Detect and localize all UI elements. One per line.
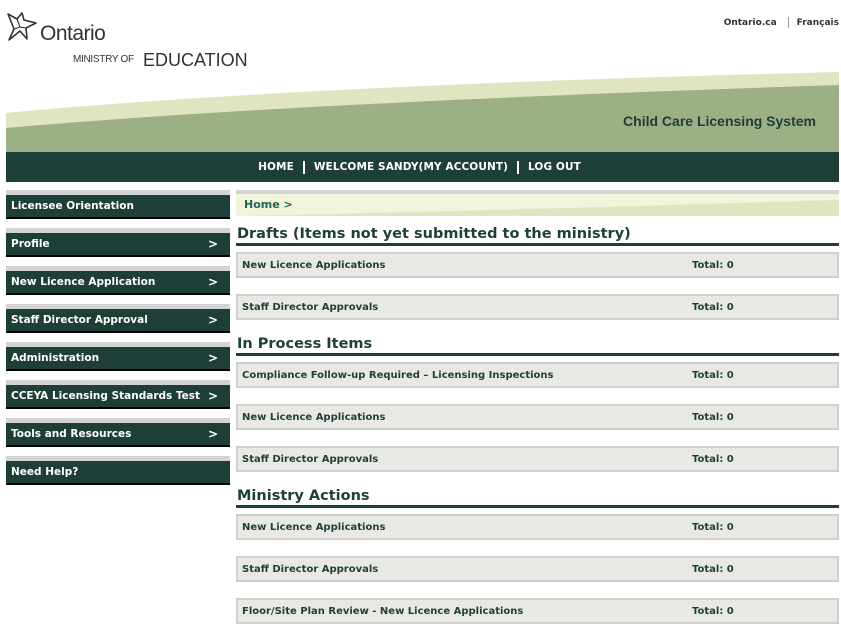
sidebar-item-label: New Licence Application [11, 276, 156, 288]
list-item[interactable]: New Licence Applications Total: 0 [236, 514, 839, 540]
sidebar-item-staff-director-approval[interactable]: Staff Director Approval > [6, 304, 230, 342]
sidebar-menu: Licensee Orientation Profile > New Licen… [6, 190, 230, 494]
sidebar-item-cceya-standards-test[interactable]: CCEYA Licensing Standards Test > [6, 380, 230, 418]
francais-link[interactable]: Français [797, 18, 839, 28]
item-label: Compliance Follow-up Required – Licensin… [242, 369, 554, 381]
sidebar-item-tools-and-resources[interactable]: Tools and Resources > [6, 418, 230, 456]
item-label: New Licence Applications [242, 259, 386, 271]
section-title: Drafts (Items not yet submitted to the m… [236, 222, 839, 246]
sidebar-item-label: CCEYA Licensing Standards Test [11, 390, 201, 402]
item-total: Total: 0 [692, 259, 734, 271]
section-drafts: Drafts (Items not yet submitted to the m… [236, 222, 839, 320]
system-title: Child Care Licensing System [623, 113, 816, 129]
item-label: Staff Director Approvals [242, 453, 379, 465]
list-item[interactable]: Staff Director Approvals Total: 0 [236, 556, 839, 582]
item-label: New Licence Applications [242, 521, 386, 533]
ontario-wordmark: Ontario [40, 22, 106, 45]
top-navigation: HOME WELCOME SANDY(MY ACCOUNT) LOG OUT [6, 152, 839, 182]
item-label: New Licence Applications [242, 411, 386, 423]
sidebar-item-need-help[interactable]: Need Help? [6, 456, 230, 494]
item-total: Total: 0 [692, 301, 734, 313]
sidebar-item-administration[interactable]: Administration > [6, 342, 230, 380]
item-total: Total: 0 [692, 605, 734, 617]
item-label: Staff Director Approvals [242, 301, 379, 313]
chevron-right-icon: > [207, 313, 219, 327]
section-title: Ministry Actions [236, 484, 839, 508]
chevron-right-icon: > [207, 237, 219, 251]
nav-divider [517, 160, 520, 174]
nav-my-account-link[interactable]: WELCOME SANDY(MY ACCOUNT) [310, 161, 512, 173]
item-total: Total: 0 [692, 453, 734, 465]
sidebar-item-label: Tools and Resources [11, 428, 132, 440]
sidebar-item-label: Administration [11, 352, 100, 364]
item-total: Total: 0 [692, 411, 734, 423]
sidebar-item-new-licence-application[interactable]: New Licence Application > [6, 266, 230, 304]
header-banner: Child Care Licensing System [6, 72, 839, 152]
list-item[interactable]: Staff Director Approvals Total: 0 [236, 294, 839, 320]
list-item[interactable]: New Licence Applications Total: 0 [236, 404, 839, 430]
item-label: Floor/Site Plan Review - New Licence App… [242, 605, 524, 617]
sidebar-item-licensee-orientation[interactable]: Licensee Orientation [6, 190, 230, 228]
trillium-icon [7, 12, 37, 41]
sidebar-item-label: Profile [11, 238, 50, 250]
sidebar-item-profile[interactable]: Profile > [6, 228, 230, 266]
breadcrumb-home-link[interactable]: Home > [244, 198, 293, 211]
ontario-logo[interactable]: Ontario MINISTRY OF EDUCATION [5, 8, 255, 74]
ministry-of-label: MINISTRY OF [73, 54, 134, 65]
chevron-right-icon: > [207, 427, 219, 441]
list-item[interactable]: Staff Director Approvals Total: 0 [236, 446, 839, 472]
list-item[interactable]: New Licence Applications Total: 0 [236, 252, 839, 278]
breadcrumb: Home > [236, 190, 839, 216]
utility-links: Ontario.ca Français [724, 17, 839, 28]
chevron-right-icon: > [207, 351, 219, 365]
item-total: Total: 0 [692, 521, 734, 533]
main-content: Home > Drafts (Items not yet submitted t… [236, 190, 839, 624]
list-item[interactable]: Compliance Follow-up Required – Licensin… [236, 362, 839, 388]
chevron-right-icon: > [207, 275, 219, 289]
sidebar-item-label: Staff Director Approval [11, 314, 148, 326]
ontario-ca-link[interactable]: Ontario.ca [724, 18, 777, 28]
nav-home-link[interactable]: HOME [254, 161, 298, 173]
chevron-right-icon: > [207, 389, 219, 403]
sidebar-item-label: Licensee Orientation [11, 200, 134, 212]
sidebar-item-label: Need Help? [11, 466, 79, 478]
link-divider [787, 17, 789, 28]
section-title: In Process Items [236, 332, 839, 356]
item-total: Total: 0 [692, 563, 734, 575]
item-label: Staff Director Approvals [242, 563, 379, 575]
item-total: Total: 0 [692, 369, 734, 381]
banner-swoosh-graphic [6, 72, 839, 152]
section-in-process: In Process Items Compliance Follow-up Re… [236, 332, 839, 472]
list-item[interactable]: Floor/Site Plan Review - New Licence App… [236, 598, 839, 624]
breadcrumb-background [236, 194, 839, 216]
ministry-name: EDUCATION [143, 50, 248, 70]
nav-logout-link[interactable]: LOG OUT [524, 161, 585, 173]
section-ministry-actions: Ministry Actions New Licence Application… [236, 484, 839, 624]
nav-divider [302, 160, 305, 174]
